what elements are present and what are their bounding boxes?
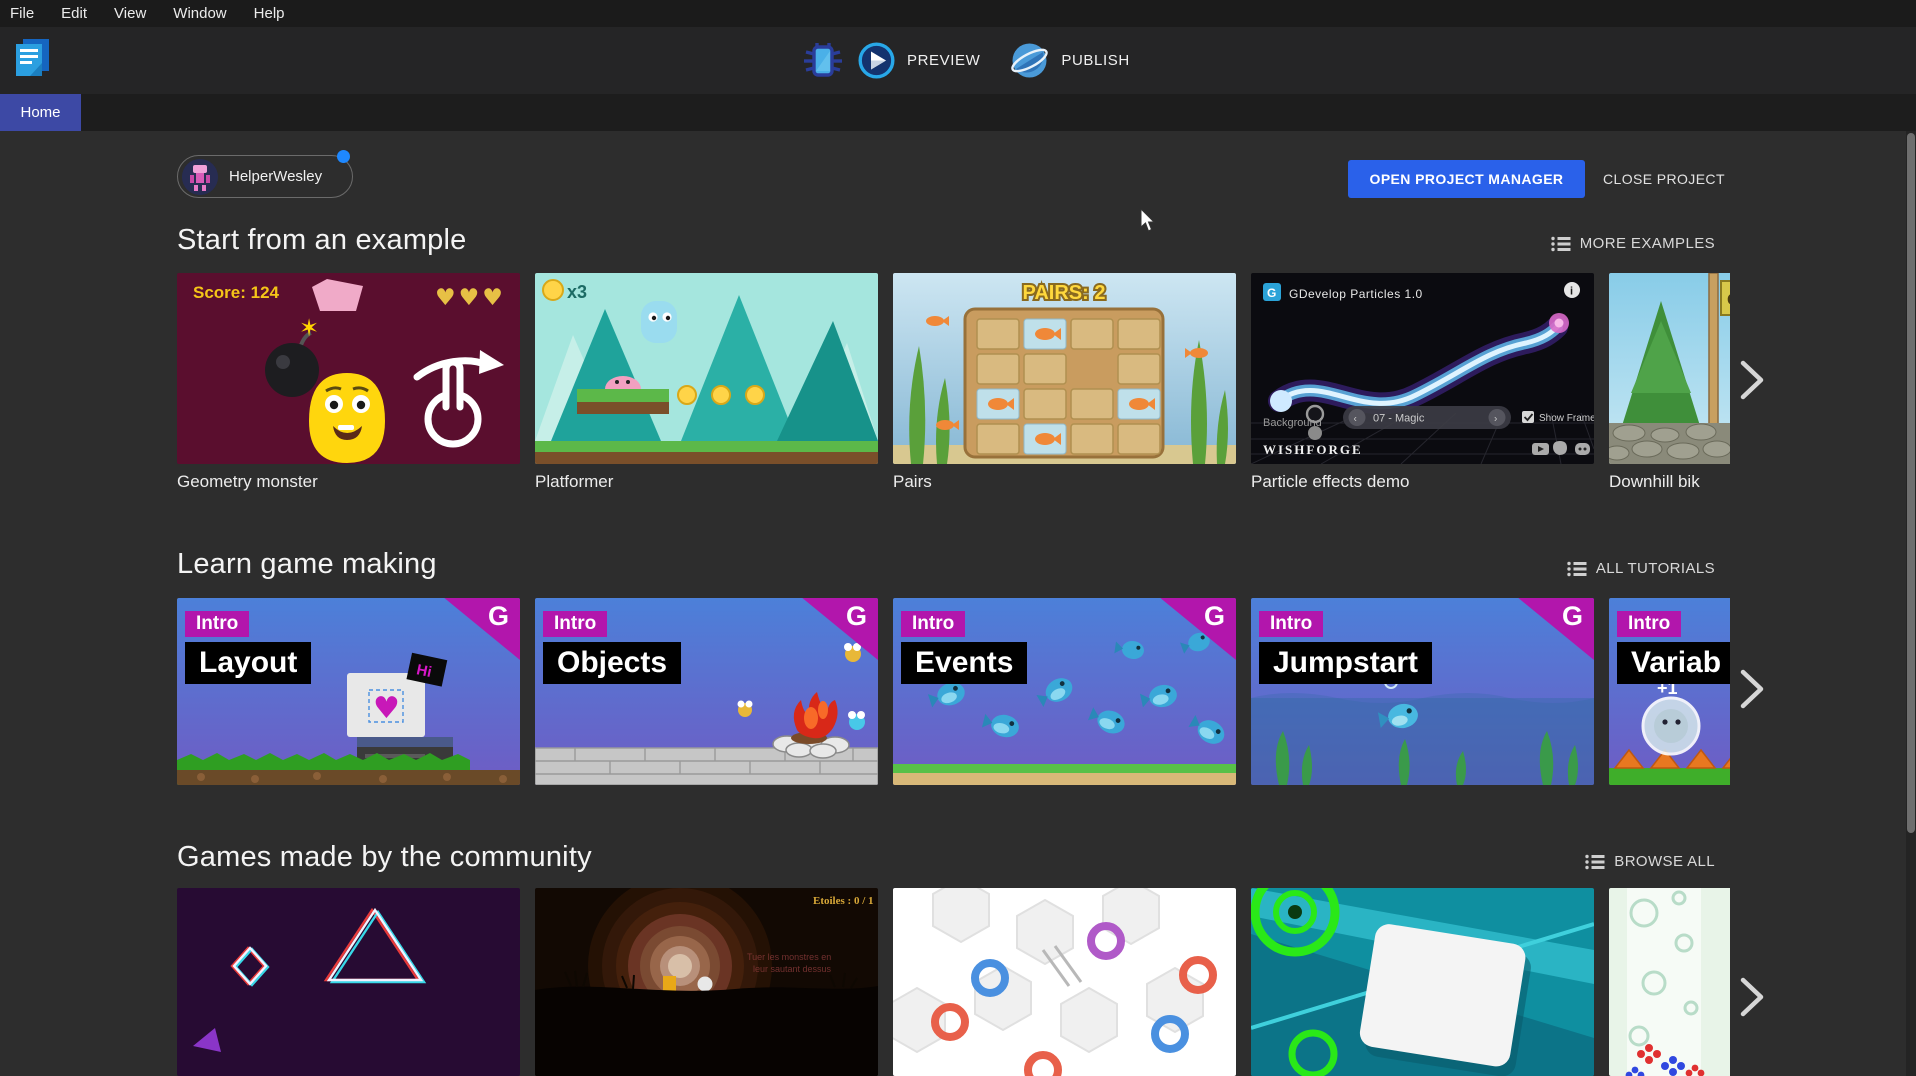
show-frame-label: Show Frame bbox=[1539, 413, 1594, 424]
pairs-score-text: PAIRS: 2 bbox=[1023, 282, 1106, 304]
intro-badge: Intro bbox=[1259, 611, 1323, 637]
all-tutorials-link[interactable]: ALL TUTORIALS bbox=[1567, 560, 1715, 577]
tutorial-word: Variab bbox=[1617, 642, 1730, 684]
menu-edit[interactable]: Edit bbox=[61, 5, 87, 22]
example-titles: Geometry monster Platformer Pairs Partic… bbox=[177, 472, 1916, 492]
tutorials-next-button[interactable] bbox=[1738, 668, 1766, 715]
tab-home[interactable]: Home bbox=[0, 94, 81, 131]
tutorial-word: Layout bbox=[185, 642, 311, 684]
close-project-button[interactable]: CLOSE PROJECT bbox=[1595, 160, 1733, 198]
menu-window[interactable]: Window bbox=[173, 5, 226, 22]
example-card-particle-effects[interactable]: G i ‹ › GDevelop Particles 1.0 bbox=[1251, 273, 1594, 464]
sign-letter: G bbox=[1727, 290, 1730, 309]
gdevelop-logo: G bbox=[846, 601, 867, 632]
list-icon bbox=[1567, 561, 1587, 577]
svg-text:♥♥♥: ♥♥♥ bbox=[435, 285, 506, 311]
community-next-button[interactable] bbox=[1738, 976, 1766, 1023]
etoiles-counter: Etoiles : 0 / 1 bbox=[813, 895, 874, 907]
tutorial-card-events[interactable]: G Intro Events bbox=[893, 598, 1236, 785]
browse-all-link[interactable]: BROWSE ALL bbox=[1585, 853, 1715, 870]
examples-carousel: ♥♥♥ ✶ bbox=[177, 273, 1730, 464]
example-card-downhill[interactable]: G bbox=[1609, 273, 1730, 464]
svg-text:›: › bbox=[1494, 414, 1497, 425]
svg-text:i: i bbox=[1570, 286, 1573, 298]
game-score-label: Score: 124 bbox=[193, 283, 279, 303]
preview-button[interactable]: PREVIEW bbox=[907, 52, 980, 69]
example-title[interactable]: Geometry monster bbox=[177, 472, 520, 492]
avatar bbox=[182, 159, 218, 195]
notification-dot bbox=[337, 150, 350, 163]
community-card-2[interactable]: Etoiles : 0 / 1 Tuer les monstres en leu… bbox=[535, 888, 878, 1076]
community-card-5[interactable] bbox=[1609, 888, 1730, 1076]
background-label: Background bbox=[1263, 417, 1322, 429]
tutorial-card-objects[interactable]: G Intro Objects bbox=[535, 598, 878, 785]
example-card-geometry-monster[interactable]: ♥♥♥ ✶ bbox=[177, 273, 520, 464]
example-title[interactable]: Downhill bik bbox=[1609, 472, 1916, 492]
menu-view[interactable]: View bbox=[114, 5, 146, 22]
tutorial-card-variables[interactable]: +1 G Intro Variab bbox=[1609, 598, 1730, 785]
section-title-tutorials: Learn game making bbox=[177, 548, 437, 581]
tutorial-word: Events bbox=[901, 642, 1027, 684]
preview-play-icon[interactable] bbox=[858, 42, 895, 79]
svg-text:G: G bbox=[1267, 286, 1276, 300]
debugger-icon[interactable] bbox=[800, 40, 846, 82]
open-project-manager-button[interactable]: OPEN PROJECT MANAGER bbox=[1348, 160, 1585, 198]
menu-bar: File Edit View Window Help bbox=[0, 0, 1916, 27]
community-card-4[interactable] bbox=[1251, 888, 1594, 1076]
section-title-community: Games made by the community bbox=[177, 841, 592, 874]
mouse-cursor bbox=[1140, 209, 1158, 233]
gdevelop-logo: G bbox=[1204, 601, 1225, 632]
timeline-label: 07 - Magic bbox=[1373, 413, 1425, 425]
svg-text:♥: ♥ bbox=[373, 691, 400, 726]
section-title-examples: Start from an example bbox=[177, 224, 467, 257]
examples-next-button[interactable] bbox=[1738, 359, 1766, 406]
list-icon bbox=[1551, 236, 1571, 252]
menu-help[interactable]: Help bbox=[254, 5, 285, 22]
coin-counter: x3 bbox=[567, 282, 587, 302]
example-card-pairs[interactable]: PAIRS: 2 bbox=[893, 273, 1236, 464]
community-card-1[interactable] bbox=[177, 888, 520, 1076]
intro-badge: Intro bbox=[543, 611, 607, 637]
intro-badge: Intro bbox=[901, 611, 965, 637]
gdevelop-logo: G bbox=[488, 601, 509, 632]
intro-badge: Intro bbox=[185, 611, 249, 637]
main-toolbar: PREVIEW PUBLISH bbox=[0, 27, 1916, 94]
example-title[interactable]: Particle effects demo bbox=[1251, 472, 1594, 492]
user-profile-chip[interactable]: HelperWesley bbox=[177, 155, 353, 198]
publish-button[interactable]: PUBLISH bbox=[1061, 52, 1129, 69]
svg-text:‹: ‹ bbox=[1354, 414, 1357, 425]
tutorial-word: Objects bbox=[543, 642, 681, 684]
hint-text-1: Tuer les monstres en bbox=[747, 952, 831, 962]
svg-text:✶: ✶ bbox=[299, 314, 319, 342]
hint-text-2: leur sautant dessus bbox=[753, 964, 832, 974]
wishforge-brand: WISHFORGE bbox=[1263, 442, 1363, 457]
gdevelop-logo: G bbox=[1562, 601, 1583, 632]
more-examples-label: MORE EXAMPLES bbox=[1580, 235, 1715, 252]
list-icon bbox=[1585, 854, 1605, 870]
tutorials-carousel: ♥ Hi G Intro Layout bbox=[177, 598, 1730, 785]
home-page: HelperWesley OPEN PROJECT MANAGER CLOSE … bbox=[0, 131, 1916, 1076]
tutorial-card-jumpstart[interactable]: G Intro Jumpstart bbox=[1251, 598, 1594, 785]
example-title[interactable]: Pairs bbox=[893, 472, 1236, 492]
browse-all-label: BROWSE ALL bbox=[1614, 853, 1715, 870]
publish-globe-icon[interactable] bbox=[1010, 41, 1049, 80]
scrollbar-thumb[interactable] bbox=[1907, 133, 1915, 833]
community-card-3[interactable] bbox=[893, 888, 1236, 1076]
gdevelop-window: File Edit View Window Help bbox=[0, 0, 1916, 1076]
tutorial-word: Jumpstart bbox=[1259, 642, 1432, 684]
scrollbar-track[interactable] bbox=[1906, 131, 1916, 1076]
menu-file[interactable]: File bbox=[10, 5, 34, 22]
tutorial-card-layout[interactable]: ♥ Hi G Intro Layout bbox=[177, 598, 520, 785]
tab-bar: Home bbox=[0, 94, 1916, 131]
community-carousel: Etoiles : 0 / 1 Tuer les monstres en leu… bbox=[177, 888, 1730, 1076]
all-tutorials-label: ALL TUTORIALS bbox=[1596, 560, 1715, 577]
project-manager-icon[interactable] bbox=[12, 35, 54, 79]
more-examples-link[interactable]: MORE EXAMPLES bbox=[1551, 235, 1715, 252]
example-card-platformer[interactable]: x3 bbox=[535, 273, 878, 464]
username: HelperWesley bbox=[229, 168, 322, 185]
particle-demo-title: GDevelop Particles 1.0 bbox=[1289, 287, 1423, 301]
example-title[interactable]: Platformer bbox=[535, 472, 878, 492]
intro-badge: Intro bbox=[1617, 611, 1681, 637]
